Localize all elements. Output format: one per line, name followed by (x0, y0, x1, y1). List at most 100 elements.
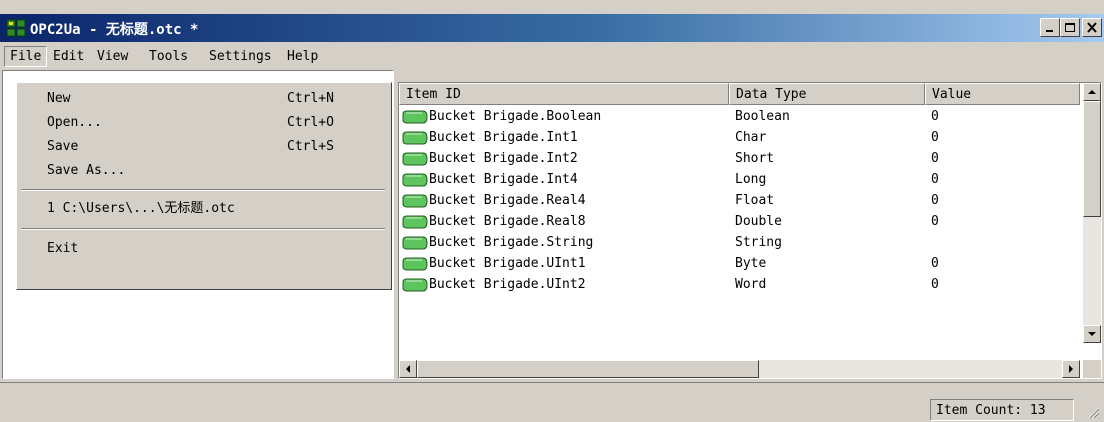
minimize-icon (1046, 30, 1053, 32)
close-button[interactable] (1082, 18, 1102, 37)
menu-settings[interactable]: Settings (204, 47, 277, 66)
tag-icon (402, 236, 428, 250)
menu-item-recent-file[interactable]: 1 C:\Users\...\无标题.otc (19, 197, 387, 221)
menu-item-exit[interactable]: Exit (19, 237, 387, 261)
menu-item-save-as[interactable]: Save As... (19, 159, 387, 183)
column-header-data-type[interactable]: Data Type (729, 83, 925, 105)
cell-data-type: Float (735, 193, 775, 208)
cell-value: 0 (931, 172, 939, 187)
menu-item-label: Exit (47, 241, 79, 256)
menu-help[interactable]: Help (282, 47, 323, 66)
window-title: OPC2Ua - 无标题.otc * (30, 22, 199, 38)
table-row[interactable]: Bucket Brigade.String String (399, 232, 1080, 253)
menu-item-shortcut: Ctrl+S (287, 139, 334, 154)
menu-separator (21, 228, 385, 230)
table-row[interactable]: Bucket Brigade.Int2 Short 0 (399, 148, 1080, 169)
maximize-icon (1065, 23, 1075, 32)
column-header-item-id[interactable]: Item ID (399, 83, 729, 105)
vertical-scroll-thumb[interactable] (1083, 101, 1101, 217)
cell-item-id: Bucket Brigade.UInt2 (429, 277, 586, 292)
menu-file[interactable]: File (4, 46, 48, 67)
vertical-scrollbar[interactable] (1083, 83, 1101, 343)
cell-value: 0 (931, 109, 939, 124)
cell-item-id: Bucket Brigade.Real8 (429, 214, 586, 229)
table-row[interactable]: Bucket Brigade.Real4 Float 0 (399, 190, 1080, 211)
tag-icon (402, 131, 428, 145)
cell-data-type: Word (735, 277, 767, 292)
cell-value: 0 (931, 277, 939, 292)
menu-edit[interactable]: Edit (48, 47, 89, 66)
cell-data-type: Double (735, 214, 782, 229)
scroll-up-button[interactable] (1083, 83, 1101, 101)
resize-grip-icon[interactable] (1086, 405, 1100, 419)
status-bar: Item Count: 13 (0, 382, 1104, 422)
cell-item-id: Bucket Brigade.Real4 (429, 193, 586, 208)
scroll-left-button[interactable] (399, 360, 417, 378)
cell-data-type: Byte (735, 256, 767, 271)
arrow-up-icon (1088, 90, 1096, 94)
cell-item-id: Bucket Brigade.UInt1 (429, 256, 586, 271)
arrow-left-icon (406, 365, 410, 373)
menu-item-new[interactable]: New Ctrl+N (19, 87, 387, 111)
tag-icon (402, 194, 428, 208)
menu-bar: File Edit View Tools Settings Help (0, 44, 1104, 69)
menu-item-label: Save As... (47, 163, 126, 178)
cell-item-id: Bucket Brigade.Int1 (429, 130, 578, 145)
list-header: Item ID Data Type Value (399, 83, 1080, 105)
cell-data-type: Short (735, 151, 775, 166)
menu-item-label: Save (47, 139, 79, 154)
tag-icon (402, 152, 428, 166)
scroll-right-button[interactable] (1062, 360, 1080, 378)
horizontal-scroll-thumb[interactable] (417, 360, 759, 378)
menu-item-open[interactable]: Open... Ctrl+O (19, 111, 387, 135)
tag-icon (402, 257, 428, 271)
table-row[interactable]: Bucket Brigade.Real8 Double 0 (399, 211, 1080, 232)
table-row[interactable]: Bucket Brigade.Boolean Boolean 0 (399, 106, 1080, 127)
scrollbar-corner (1083, 360, 1101, 378)
menu-item-label: 1 C:\Users\...\无标题.otc (47, 201, 235, 216)
close-icon (1087, 22, 1097, 33)
menu-item-shortcut: Ctrl+N (287, 91, 334, 106)
cell-item-id: Bucket Brigade.Int4 (429, 172, 578, 187)
app-icon[interactable] (6, 19, 26, 37)
maximize-button[interactable] (1060, 18, 1080, 37)
cell-data-type: Long (735, 172, 767, 187)
table-row[interactable]: Bucket Brigade.UInt2 Word 0 (399, 274, 1080, 295)
menu-tools[interactable]: Tools (144, 47, 193, 66)
menu-view[interactable]: View (92, 47, 133, 66)
cell-data-type: Char (735, 130, 767, 145)
horizontal-scrollbar[interactable] (399, 360, 1080, 378)
file-menu-dropdown: New Ctrl+N Open... Ctrl+O Save Ctrl+S Sa… (16, 82, 392, 290)
cell-data-type: Boolean (735, 109, 790, 124)
arrow-right-icon (1069, 365, 1073, 373)
cell-item-id: Bucket Brigade.String (429, 235, 594, 250)
minimize-button[interactable] (1040, 18, 1060, 37)
tag-icon (402, 173, 428, 187)
cell-value: 0 (931, 193, 939, 208)
tag-icon (402, 110, 428, 124)
menu-item-shortcut: Ctrl+O (287, 115, 334, 130)
cell-item-id: Bucket Brigade.Boolean (429, 109, 602, 124)
menu-separator (21, 189, 385, 191)
cell-value: 0 (931, 130, 939, 145)
tag-icon (402, 215, 428, 229)
column-header-value[interactable]: Value (925, 83, 1080, 105)
cell-value: 0 (931, 214, 939, 229)
item-count-status: Item Count: 13 (930, 399, 1074, 421)
scroll-down-button[interactable] (1083, 325, 1101, 343)
table-row[interactable]: Bucket Brigade.Int1 Char 0 (399, 127, 1080, 148)
item-list[interactable]: Item ID Data Type Value Bucket Brigade.B… (398, 82, 1102, 379)
cell-item-id: Bucket Brigade.Int2 (429, 151, 578, 166)
cell-value: 0 (931, 256, 939, 271)
cell-value: 0 (931, 151, 939, 166)
list-rows: Bucket Brigade.Boolean Boolean 0 Bucket Bri… (399, 106, 1080, 295)
menu-item-label: New (47, 91, 71, 106)
tag-icon (402, 278, 428, 292)
table-row[interactable]: Bucket Brigade.Int4 Long 0 (399, 169, 1080, 190)
arrow-down-icon (1088, 332, 1096, 336)
title-bar[interactable]: OPC2Ua - 无标题.otc * (0, 14, 1104, 42)
table-row[interactable]: Bucket Brigade.UInt1 Byte 0 (399, 253, 1080, 274)
menu-item-save[interactable]: Save Ctrl+S (19, 135, 387, 159)
cell-data-type: String (735, 235, 782, 250)
menu-item-label: Open... (47, 115, 102, 130)
